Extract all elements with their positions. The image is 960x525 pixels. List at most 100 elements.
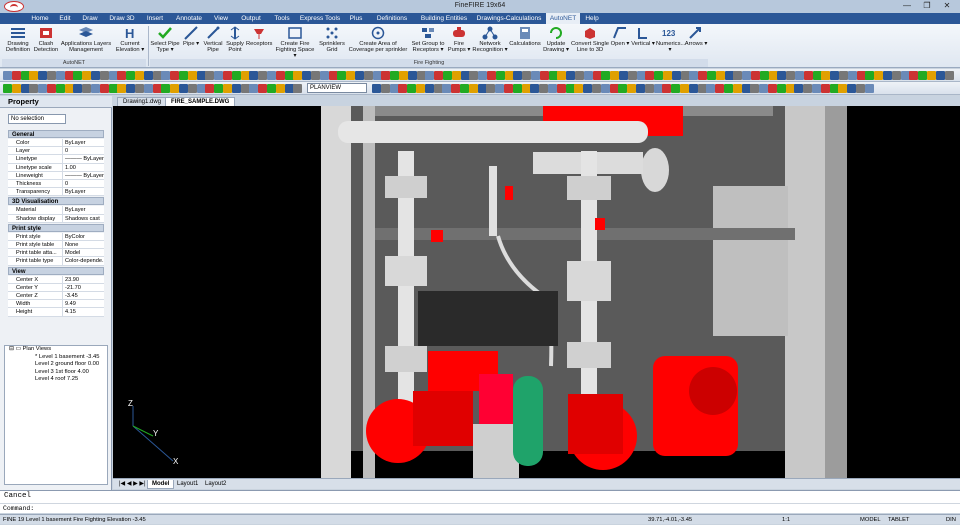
toolbar-tool-icon[interactable] — [759, 71, 769, 80]
property-value[interactable]: ——— ByLayer — [62, 171, 104, 180]
toolbar-modify-icon[interactable] — [759, 84, 769, 93]
toolbar-tool-icon[interactable] — [557, 71, 567, 80]
toolbar-modify-icon[interactable] — [73, 84, 83, 93]
toolbar-modify-icon[interactable] — [768, 84, 777, 93]
toolbar-tool-icon[interactable] — [803, 71, 813, 80]
toolbar-modify-icon[interactable] — [433, 84, 443, 93]
toolbar-modify-icon[interactable] — [592, 84, 601, 93]
property-value[interactable]: None — [62, 241, 104, 249]
property-row[interactable]: Transparency ByLayer — [8, 188, 104, 197]
toolbar-tool-icon[interactable] — [830, 71, 840, 80]
toolbar-modify-icon[interactable] — [47, 84, 56, 93]
toolbar-tool-icon[interactable] — [258, 71, 268, 80]
vertical-pipe-button[interactable]: Vertical Pipe — [202, 26, 224, 60]
toolbar-tool-icon[interactable] — [469, 71, 479, 80]
toolbar-modify-icon[interactable] — [416, 84, 425, 93]
property-row[interactable]: Center Z -3.45 — [8, 292, 104, 301]
coverage-area-button[interactable]: Create Area of Coverage per sprinkler — [346, 26, 410, 60]
toolbar-tool-icon[interactable] — [73, 71, 83, 80]
toolbar-tool-icon[interactable] — [768, 71, 778, 80]
toolbar-tool-icon[interactable] — [786, 71, 796, 80]
toolbar-tool-icon[interactable] — [135, 71, 144, 80]
toolbar-modify-icon[interactable] — [671, 84, 681, 93]
toolbar-tool-icon[interactable] — [346, 71, 356, 80]
toolbar-modify-icon[interactable] — [55, 84, 65, 93]
property-row[interactable]: Linetype ——— ByLayer — [8, 155, 104, 164]
toolbar-tool-icon[interactable] — [698, 71, 708, 80]
toolbar-tool-icon[interactable] — [883, 71, 892, 80]
toolbar-modify-icon[interactable] — [126, 84, 136, 93]
property-value[interactable]: ——— ByLayer — [62, 155, 104, 164]
toolbar-tool-icon[interactable] — [610, 71, 620, 80]
toolbar-modify-icon[interactable] — [477, 84, 487, 93]
toolbar-tool-icon[interactable] — [179, 71, 188, 80]
toolbar-tool-icon[interactable] — [715, 71, 725, 80]
toolbar-tool-icon[interactable] — [328, 71, 338, 80]
toolbar-tool-icon[interactable] — [355, 71, 364, 80]
toolbar-modify-icon[interactable] — [231, 84, 241, 93]
property-value[interactable]: 0 — [62, 147, 104, 156]
toolbar-tool-icon[interactable] — [856, 71, 866, 80]
toolbar-modify-icon[interactable] — [3, 84, 12, 93]
tab-draw[interactable]: Draw — [76, 13, 104, 24]
toolbar-tool-icon[interactable] — [663, 71, 672, 80]
toolbar-tool-icon[interactable] — [742, 71, 752, 80]
toolbar-modify-icon[interactable] — [600, 84, 610, 93]
toolbar-modify-icon[interactable] — [249, 84, 259, 93]
toolbar-tool-icon[interactable] — [513, 71, 523, 80]
toolbar-modify-icon[interactable] — [521, 84, 531, 93]
toolbar-modify-icon[interactable] — [583, 84, 593, 93]
tab-plus[interactable]: Plus — [344, 13, 368, 24]
toolbar-modify-icon[interactable] — [284, 84, 294, 93]
toolbar-modify-icon[interactable] — [512, 84, 522, 93]
toolbar-modify-icon[interactable] — [856, 84, 865, 93]
toolbar-modify-icon[interactable] — [838, 84, 848, 93]
property-section-header[interactable]: General — [8, 130, 104, 138]
toolbar-tool-icon[interactable] — [733, 71, 743, 80]
toolbar-tool-icon[interactable] — [539, 71, 549, 80]
arrows-button[interactable]: Arrows ▾ — [684, 26, 708, 60]
toolbar-tool-icon[interactable] — [434, 71, 444, 80]
vertical-button[interactable]: Vertical ▾ — [630, 26, 656, 60]
toolbar-tool-icon[interactable] — [372, 71, 382, 80]
toolbar-modify-icon[interactable] — [627, 84, 637, 93]
property-value[interactable]: 4.15 — [62, 308, 104, 317]
toolbar-modify-icon[interactable] — [143, 84, 153, 93]
toolbar-modify-icon[interactable] — [495, 84, 505, 93]
toolbar-tool-icon[interactable] — [249, 71, 259, 80]
toolbar-modify-icon[interactable] — [662, 84, 672, 93]
toolbar-modify-icon[interactable] — [29, 84, 39, 93]
toolbar-tool-icon[interactable] — [82, 71, 92, 80]
tree-item-level-2[interactable]: Level 2 ground floor 0.00 — [5, 361, 107, 369]
toolbar-tool-icon[interactable] — [47, 71, 56, 80]
fire-pumps-button[interactable]: Fire Pumps ▾ — [446, 26, 472, 60]
property-row[interactable]: Layer 0 — [8, 147, 104, 156]
toolbar-tool-icon[interactable] — [91, 71, 100, 80]
toolbar-modify-icon[interactable] — [267, 84, 276, 93]
toolbar-modify-icon[interactable] — [161, 84, 171, 93]
property-value[interactable]: ByLayer — [62, 139, 104, 147]
property-value[interactable]: Color-depende... — [62, 257, 104, 266]
property-section-header[interactable]: 3D Visualisation — [8, 197, 104, 206]
property-row[interactable]: Print table atta... Model — [8, 249, 104, 258]
toolbar-modify-icon[interactable] — [11, 84, 21, 93]
toolbar-modify-icon[interactable] — [644, 84, 654, 93]
toolbar-modify-icon[interactable] — [812, 84, 821, 93]
toolbar-tool-icon[interactable] — [689, 71, 699, 80]
toolbar-modify-icon[interactable] — [398, 84, 408, 93]
toolbar-tool-icon[interactable] — [407, 71, 417, 80]
toolbar-tool-icon[interactable] — [654, 71, 664, 80]
toolbar-modify-icon[interactable] — [794, 84, 804, 93]
tab-help[interactable]: Help — [580, 13, 604, 24]
toolbar-tool-icon[interactable] — [909, 71, 919, 80]
toolbar-tool-icon[interactable] — [275, 71, 285, 80]
tab-express-tools[interactable]: Express Tools — [296, 13, 344, 24]
toolbar-tool-icon[interactable] — [504, 71, 514, 80]
toolbar-modify-icon[interactable] — [187, 84, 197, 93]
toolbar-modify-icon[interactable] — [179, 84, 188, 93]
property-row[interactable]: Color ByLayer — [8, 139, 104, 148]
toolbar-tool-icon[interactable] — [126, 71, 136, 80]
property-row[interactable]: Print style table None — [8, 241, 104, 250]
toolbar-tool-icon[interactable] — [214, 71, 224, 80]
toolbar-modify-icon[interactable] — [609, 84, 619, 93]
